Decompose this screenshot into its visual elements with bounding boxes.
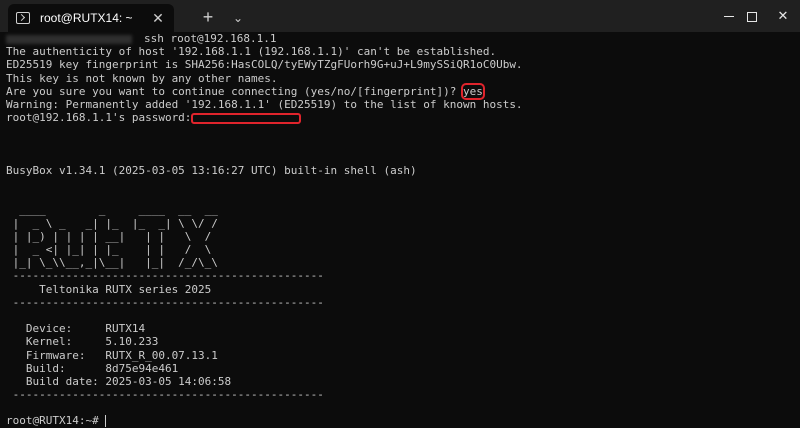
ssh-command: ssh root@192.168.1.1	[144, 32, 277, 45]
series-line: Teltonika RUTX series 2025	[6, 282, 212, 296]
shell-prompt: root@RUTX14:~#	[6, 414, 106, 428]
password-highlight	[191, 112, 302, 124]
separator-line: ----------------------------------------…	[6, 388, 324, 402]
title-bar: root@RUTX14: ~ ✕ + ⌄ ✕	[0, 0, 800, 32]
chevron-down-icon[interactable]: ⌄	[228, 8, 248, 28]
close-window-button[interactable]: ✕	[766, 0, 800, 32]
confirm-prompt: Are you sure you want to continue connec…	[6, 84, 463, 98]
info-line: Build: 8d75e94e461	[6, 361, 179, 375]
info-line: Device: RUTX14	[6, 322, 146, 336]
banner-line: | |_) | | | | __| | | \ /	[6, 229, 218, 243]
banner-line: | _ <| |_| | |_ | | / \	[6, 243, 218, 256]
text-cursor	[105, 415, 107, 428]
warning-line: Warning: Permanently added '192.168.1.1'…	[6, 97, 523, 111]
scrollbar[interactable]	[795, 40, 798, 420]
confirm-answer: yes	[460, 82, 485, 100]
password-prompt: root@192.168.1.1's password:	[6, 111, 192, 125]
tab-title: root@RUTX14: ~	[40, 11, 133, 25]
banner-line: |_| \_\\__,_|\__| |_| /_/\_\	[6, 256, 218, 270]
terminal-line: The authenticity of host '192.168.1.1 (1…	[6, 45, 497, 59]
terminal-icon	[16, 12, 30, 24]
tab-terminal[interactable]: root@RUTX14: ~ ✕	[8, 4, 174, 32]
redacted-prompt	[6, 34, 132, 44]
ssh-command-line: ssh root@192.168.1.1	[6, 32, 794, 45]
close-tab-icon[interactable]: ✕	[150, 10, 166, 27]
confirm-line: Are you sure you want to continue connec…	[6, 82, 794, 100]
busybox-line: BusyBox v1.34.1 (2025-03-05 13:16:27 UTC…	[6, 163, 417, 177]
info-line: Kernel: 5.10.233	[6, 335, 159, 349]
maximize-icon	[747, 11, 757, 22]
info-line: Build date: 2025-03-05 14:06:58	[6, 374, 232, 388]
password-line: root@192.168.1.1's password:	[6, 111, 794, 124]
terminal-line: This key is not known by any other names…	[6, 71, 278, 85]
banner-line: | _ \ _ _| |_ |_ _| \ \/ /	[6, 216, 218, 230]
terminal-line: ED25519 key fingerprint is SHA256:HasCOL…	[6, 58, 523, 72]
prompt-line[interactable]: root@RUTX14:~#	[6, 414, 794, 428]
separator-line: ----------------------------------------…	[6, 295, 324, 309]
info-line: Firmware: RUTX_R_00.07.13.1	[6, 348, 218, 362]
separator-line: ----------------------------------------…	[6, 269, 324, 283]
new-tab-button[interactable]: +	[198, 8, 218, 28]
terminal-output[interactable]: ssh root@192.168.1.1 The authenticity of…	[0, 32, 800, 428]
banner-line: ____ _ ____ __ __	[6, 203, 218, 217]
